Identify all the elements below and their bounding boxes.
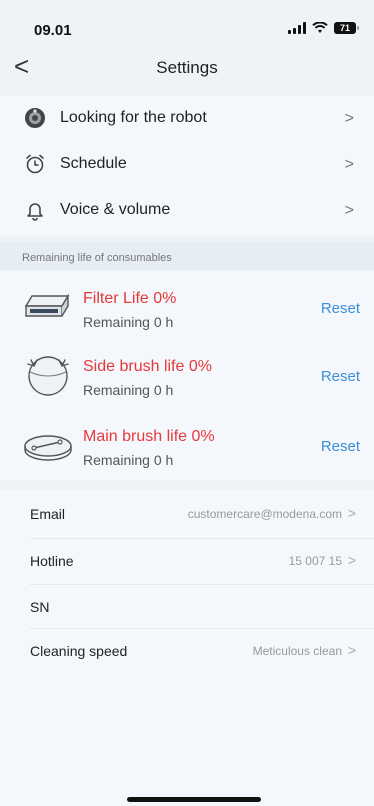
info-row-cleaning-speed[interactable]: Cleaning speed Meticulous clean >: [0, 629, 374, 673]
chevron-right-icon: >: [344, 156, 354, 173]
consumable-title: Filter Life 0%: [83, 290, 177, 307]
status-icons: 71: [288, 22, 359, 34]
side-brush-icon: [27, 356, 69, 396]
menu-item-voice-volume[interactable]: Voice & volume >: [0, 188, 374, 234]
consumables-header: Remaining life of consumables: [0, 242, 374, 270]
consumables-header-label: Remaining life of consumables: [22, 252, 172, 264]
info-value: 15 007 15: [288, 554, 342, 568]
reset-main-brush-button[interactable]: Reset: [321, 438, 360, 455]
status-time: 09.01: [34, 22, 72, 39]
battery-level: 71: [339, 23, 350, 33]
signal-icon: [288, 22, 306, 34]
chevron-right-icon: >: [347, 642, 356, 658]
nav-bar: < Settings: [0, 50, 374, 86]
consumables-section: Filter Life 0% Remaining 0 h Reset Side …: [0, 270, 374, 480]
wifi-icon: [312, 22, 328, 33]
menu-item-looking-for-robot[interactable]: Looking for the robot >: [0, 96, 374, 142]
reset-side-brush-button[interactable]: Reset: [321, 368, 360, 385]
info-label: Email: [30, 506, 66, 522]
consumable-title: Side brush life 0%: [83, 358, 212, 375]
filter-icon: [24, 293, 70, 317]
main-brush-icon: [24, 435, 72, 461]
chevron-right-icon: >: [344, 202, 354, 219]
consumable-remaining: Remaining 0 h: [83, 452, 174, 468]
alarm-clock-icon: [26, 154, 44, 174]
page-title: Settings: [156, 58, 218, 77]
reset-filter-button[interactable]: Reset: [321, 300, 360, 317]
bell-icon: [27, 203, 43, 221]
info-label: Cleaning speed: [30, 643, 128, 659]
consumable-main-brush: Main brush life 0% Remaining 0 h Reset: [0, 412, 374, 482]
info-row-sn: SN: [0, 585, 374, 629]
consumable-title: Main brush life 0%: [83, 428, 215, 445]
chevron-right-icon: >: [347, 552, 356, 568]
menu-item-label: Schedule: [60, 155, 127, 172]
info-row-hotline[interactable]: Hotline 15 007 15 >: [0, 539, 374, 583]
info-value: Meticulous clean: [252, 644, 342, 658]
menu-item-label: Looking for the robot: [60, 109, 207, 126]
home-indicator: [127, 797, 261, 802]
consumable-remaining: Remaining 0 h: [83, 314, 174, 330]
info-section: Email customercare@modena.com > Hotline …: [0, 490, 374, 806]
info-label: Hotline: [30, 553, 74, 569]
consumable-side-brush: Side brush life 0% Remaining 0 h Reset: [0, 342, 374, 412]
chevron-right-icon: >: [344, 110, 354, 127]
status-bar: 09.01 71: [0, 0, 374, 44]
consumable-filter: Filter Life 0% Remaining 0 h Reset: [0, 272, 374, 342]
chevron-right-icon: >: [347, 505, 356, 521]
menu-item-label: Voice & volume: [60, 201, 171, 218]
battery-icon: 71: [334, 22, 359, 34]
info-row-email[interactable]: Email customercare@modena.com >: [0, 492, 374, 536]
info-value: customercare@modena.com: [187, 507, 342, 521]
info-label: SN: [30, 599, 50, 615]
robot-icon: [25, 108, 45, 128]
consumable-remaining: Remaining 0 h: [83, 382, 174, 398]
menu-section: Looking for the robot > Schedule > Voice…: [0, 96, 374, 236]
menu-item-schedule[interactable]: Schedule >: [0, 142, 374, 188]
